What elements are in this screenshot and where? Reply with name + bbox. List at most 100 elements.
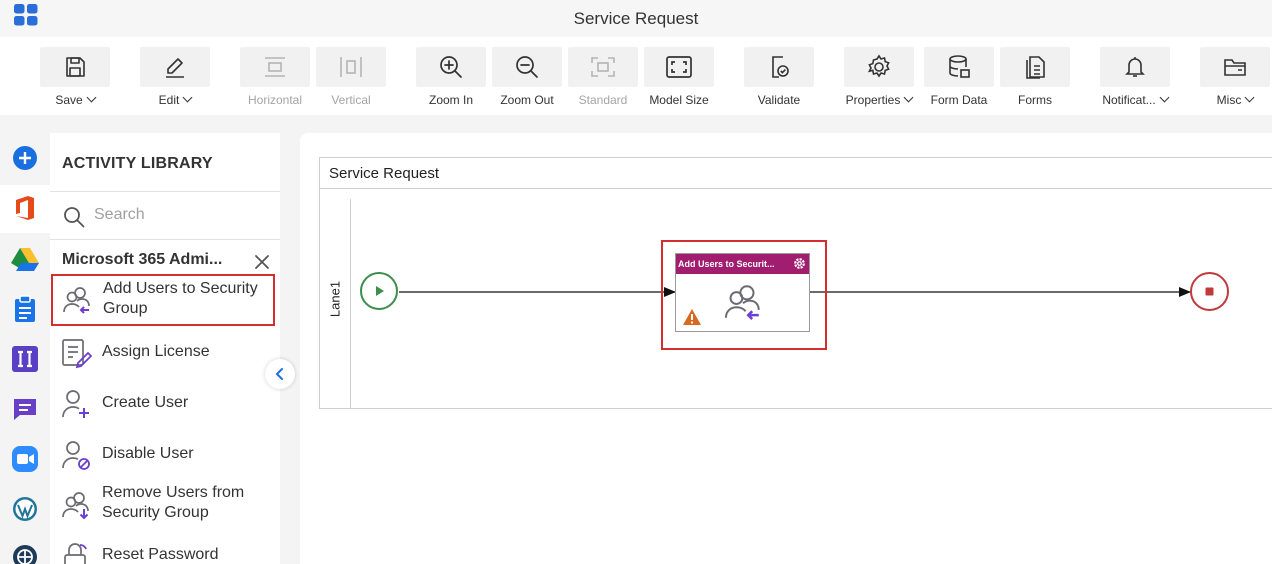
library-item-label: Assign License — [102, 343, 210, 360]
validate-icon — [772, 56, 789, 78]
add-icon — [13, 146, 37, 170]
vertical-button[interactable]: Vertical — [316, 47, 386, 111]
library-item-disable-user[interactable]: Disable User — [50, 433, 276, 477]
notifications-button[interactable]: Notificat... — [1100, 47, 1170, 111]
misc-button[interactable]: Misc — [1200, 47, 1270, 111]
validate-label: Validate — [757, 93, 801, 107]
chevron-down-icon — [86, 92, 97, 103]
toolbar: Save Edit Horizontal Vertical Zoom In Zo… — [0, 37, 1272, 115]
library-item-label: Reset Password — [102, 546, 219, 563]
forms-button[interactable]: Forms — [1000, 47, 1070, 111]
create-user-icon — [62, 390, 89, 418]
search-input[interactable] — [94, 206, 264, 224]
edit-label: Edit — [158, 93, 180, 107]
rail-google-drive[interactable] — [11, 245, 39, 273]
title-bar: Service Request — [0, 0, 1272, 37]
form-icon — [1026, 56, 1045, 79]
library-item-create-user[interactable]: Create User — [50, 382, 276, 426]
library-item-add-users-to-security-group[interactable]: Add Users to Security Group — [51, 274, 275, 326]
disable-user-icon — [62, 441, 90, 470]
standard-button[interactable]: Standard — [568, 47, 638, 111]
properties-button[interactable]: Properties — [844, 47, 914, 111]
rail-office-365[interactable] — [11, 194, 39, 222]
misc-label: Misc — [1216, 93, 1242, 107]
horizontal-layout-icon — [265, 57, 285, 77]
chat-icon — [14, 399, 36, 420]
bell-icon — [1125, 57, 1145, 77]
play-icon — [376, 286, 384, 296]
stop-icon — [1205, 287, 1214, 296]
validate-button[interactable]: Validate — [744, 47, 814, 111]
rail-chat[interactable] — [11, 395, 39, 423]
app-rail — [0, 133, 50, 564]
activity-library: ACTIVITY LIBRARY Microsoft 365 Admi... A… — [50, 133, 280, 564]
chevron-down-icon — [1159, 92, 1170, 103]
vertical-layout-icon — [340, 57, 362, 77]
globe-icon — [13, 545, 37, 564]
library-item-label: Add Users to Security Group — [103, 280, 258, 317]
remove-users-icon — [62, 492, 89, 520]
zoom-out-icon — [516, 56, 538, 78]
zoom-icon — [12, 446, 38, 472]
warning-icon[interactable] — [682, 308, 702, 326]
window-title: Service Request — [573, 9, 699, 28]
gear-icon — [867, 54, 890, 78]
start-event[interactable] — [360, 272, 398, 310]
google-drive-icon — [11, 248, 39, 271]
notifications-label: Notificat... — [1102, 93, 1156, 107]
save-label: Save — [55, 93, 83, 107]
clipboard-icon — [15, 295, 35, 322]
divider — [50, 191, 280, 192]
save-icon — [66, 57, 85, 77]
ii-app-icon — [12, 346, 38, 372]
activity-title: Add Users to Securit... — [678, 259, 775, 269]
model-size-button[interactable]: Model Size — [644, 47, 714, 111]
activity-add-users-to-security-group[interactable]: Add Users to Securit... — [675, 253, 810, 332]
standard-size-icon — [591, 57, 615, 77]
fit-to-screen-icon — [666, 56, 692, 78]
collapse-library-button[interactable] — [265, 359, 295, 389]
office-365-icon — [16, 196, 34, 220]
rail-globe[interactable] — [11, 543, 39, 564]
add-users-icon — [724, 285, 760, 320]
form-data-button[interactable]: Form Data — [924, 47, 994, 111]
edit-button[interactable]: Edit — [140, 47, 210, 111]
library-title: ACTIVITY LIBRARY — [62, 155, 213, 172]
process-canvas[interactable]: Service Request Lane1 Add Users to Secur… — [300, 133, 1272, 564]
end-event[interactable] — [1190, 272, 1229, 311]
properties-label: Properties — [845, 93, 901, 107]
close-icon[interactable] — [253, 253, 271, 271]
add-users-icon — [63, 287, 90, 314]
rail-ii-app[interactable] — [11, 345, 39, 373]
library-item-label: Disable User — [102, 445, 194, 462]
library-item-assign-license[interactable]: Assign License — [50, 331, 276, 375]
horizontal-button[interactable]: Horizontal — [240, 47, 310, 111]
library-item-remove-users-from-security-group[interactable]: Remove Users from Security Group — [50, 481, 276, 525]
chevron-left-icon — [275, 368, 283, 380]
chevron-down-icon — [1244, 92, 1255, 103]
database-icon — [949, 55, 970, 78]
search-icon — [64, 207, 85, 228]
library-item-label: Create User — [102, 394, 189, 411]
model-size-label: Model Size — [649, 93, 709, 107]
zoom-in-icon — [440, 56, 462, 78]
chevron-down-icon — [182, 92, 193, 103]
zoom-in-button[interactable]: Zoom In — [416, 47, 486, 111]
vertical-label: Vertical — [331, 93, 371, 107]
rail-zoom[interactable] — [11, 445, 39, 473]
divider — [50, 239, 280, 240]
reset-password-icon — [64, 543, 87, 564]
zoom-out-button[interactable]: Zoom Out — [492, 47, 562, 111]
rail-add[interactable] — [11, 144, 39, 172]
rail-wordpress[interactable] — [11, 495, 39, 523]
rail-clipboard[interactable] — [11, 295, 39, 323]
library-item-label: Remove Users from Security Group — [102, 484, 245, 521]
pencil-icon — [166, 58, 184, 78]
folder-icon — [1224, 59, 1246, 76]
wordpress-icon — [13, 497, 37, 521]
group-title: Microsoft 365 Admi... — [62, 251, 223, 268]
save-button[interactable]: Save — [40, 47, 110, 111]
gear-icon[interactable] — [793, 257, 806, 270]
forms-label: Forms — [1018, 93, 1052, 107]
library-item-reset-password[interactable]: Reset Password — [50, 535, 276, 564]
